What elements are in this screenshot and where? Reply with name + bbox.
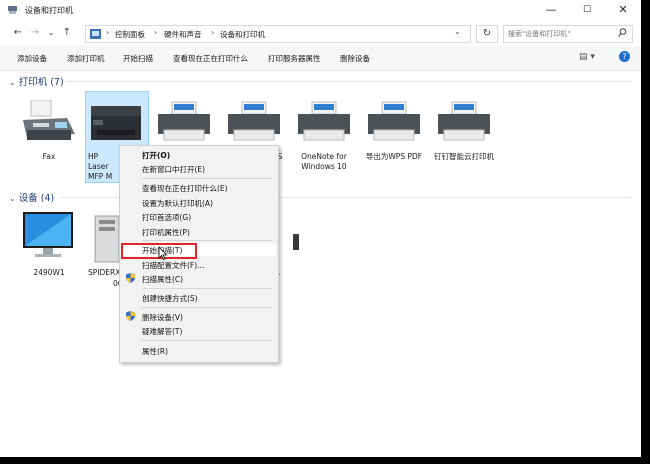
printers-group-label: 打印机 (7) [18, 77, 64, 88]
shield-icon [126, 311, 135, 321]
printer-item-dingtalk[interactable]: 钉钉智能云打印机 [432, 100, 496, 180]
title-bar: 设备和打印机 — ☐ ✕ [0, 0, 641, 22]
menu-item-scan-profiles[interactable]: 扫描配置文件(F)... [142, 260, 204, 271]
breadcrumb-separator: › [211, 28, 215, 37]
breadcrumb-devices-printers[interactable]: 设备和打印机 [220, 29, 265, 40]
refresh-button[interactable]: ↻ [476, 25, 498, 43]
menu-separator [142, 240, 272, 241]
remove-device-button[interactable]: 删除设备 [340, 53, 370, 64]
minimize-button[interactable]: — [533, 0, 569, 22]
printer-icon [158, 101, 210, 141]
close-button[interactable]: ✕ [605, 0, 641, 22]
printer-item-wps-pdf[interactable]: 导出为WPS PDF [362, 100, 426, 170]
menu-item-set-default[interactable]: 设置为默认打印机(A) [142, 198, 213, 209]
address-dropdown-chevron-icon[interactable]: ⌄ [454, 27, 461, 36]
search-box[interactable] [503, 25, 633, 43]
change-view-icon[interactable]: ▤ ▾ [579, 52, 595, 62]
device-icon [293, 234, 299, 250]
menu-item-troubleshoot[interactable]: 疑难解答(T) [142, 326, 182, 337]
menu-item-printing-preferences[interactable]: 打印首选项(G) [142, 212, 191, 223]
breadcrumb-separator: › [106, 28, 110, 37]
back-arrow-icon[interactable]: ← [11, 26, 25, 40]
multifunction-printer-icon [91, 106, 141, 140]
recent-locations-chevron-icon[interactable]: ⌄ [44, 26, 58, 40]
print-server-properties-button[interactable]: 打印服务器属性 [268, 53, 321, 64]
printer-label: HP Laser MFP M [88, 152, 113, 181]
printer-label: 导出为WPS PDF [365, 152, 423, 161]
command-toolbar: 添加设备 添加打印机 开始扫描 查看现在正在打印什么 打印服务器属性 删除设备 … [0, 46, 641, 71]
printer-label: Fax [42, 152, 56, 161]
printer-item-onenote[interactable]: OneNote for Windows 10 [292, 100, 356, 180]
address-bar[interactable]: › 控制面板 › 硬件和声音 › 设备和打印机 ⌄ [85, 25, 471, 43]
breadcrumb-hardware-sound[interactable]: 硬件和声音 [164, 29, 202, 40]
menu-item-open[interactable]: 打开(O) [142, 150, 170, 161]
devices-and-printers-window: 设备和打印机 — ☐ ✕ ← → ⌄ ↑ › 控制面板 › 硬件和声音 › 设备… [0, 0, 641, 457]
menu-item-remove-device[interactable]: 删除设备(V) [142, 312, 183, 323]
printers-group-header[interactable]: ⌄ 打印机 (7) [9, 74, 64, 88]
fax-icon [23, 99, 75, 140]
printer-icon [298, 101, 350, 141]
search-icon [618, 28, 627, 37]
shield-icon [126, 273, 135, 283]
maximize-button[interactable]: ☐ [569, 0, 605, 22]
menu-item-open-new-window[interactable]: 在新窗口中打开(E) [142, 164, 205, 175]
start-scan-button[interactable]: 开始扫描 [123, 53, 153, 64]
forward-arrow-icon[interactable]: → [28, 26, 42, 40]
add-device-button[interactable]: 添加设备 [17, 53, 47, 64]
menu-item-scan-properties[interactable]: 扫描属性(C) [142, 274, 183, 285]
breadcrumb-separator: › [154, 28, 158, 37]
menu-item-create-shortcut[interactable]: 创建快捷方式(S) [142, 293, 198, 304]
menu-separator [142, 307, 272, 308]
search-input[interactable] [508, 28, 613, 40]
printer-icon [228, 101, 280, 141]
menu-item-printer-properties[interactable]: 打印机属性(P) [142, 227, 190, 238]
printer-item-fax[interactable]: Fax [17, 99, 81, 170]
printer-icon [368, 101, 420, 141]
see-whats-printing-button[interactable]: 查看现在正在打印什么 [173, 53, 248, 64]
menu-separator [142, 340, 272, 341]
menu-item-properties[interactable]: 属性(R) [142, 346, 168, 357]
printer-icon [438, 101, 490, 141]
device-label: 2490W1 [33, 268, 65, 277]
up-arrow-icon[interactable]: ↑ [60, 26, 74, 40]
collapse-chevron-icon[interactable]: ⌄ [9, 78, 16, 87]
printer-label: 钉钉智能云打印机 [434, 152, 494, 161]
devices-group-header[interactable]: ⌄ 设备 (4) [9, 190, 54, 204]
group-divider [66, 81, 631, 82]
help-icon[interactable]: ? [619, 51, 630, 62]
window-title: 设备和打印机 [25, 6, 73, 15]
printer-label: OneNote for Windows 10 [301, 152, 347, 171]
devices-printers-app-icon [8, 6, 17, 14]
menu-item-see-printing[interactable]: 查看现在正在打印什么(E) [142, 183, 228, 194]
breadcrumb-control-panel[interactable]: 控制面板 [115, 29, 145, 40]
devices-group-label: 设备 (4) [18, 193, 55, 204]
printer-item-3[interactable] [152, 100, 216, 150]
monitor-icon [23, 212, 73, 257]
collapse-chevron-icon[interactable]: ⌄ [9, 194, 16, 203]
menu-separator [142, 288, 272, 289]
navigation-bar: ← → ⌄ ↑ › 控制面板 › 硬件和声音 › 设备和打印机 ⌄ ↻ [0, 22, 641, 46]
mouse-cursor-icon [158, 246, 168, 260]
control-panel-icon [90, 29, 101, 39]
menu-separator [142, 178, 272, 179]
device-label: SPIDERX [88, 268, 121, 277]
add-printer-button[interactable]: 添加打印机 [67, 53, 105, 64]
device-item-monitor[interactable]: 2490W1 [17, 208, 81, 278]
